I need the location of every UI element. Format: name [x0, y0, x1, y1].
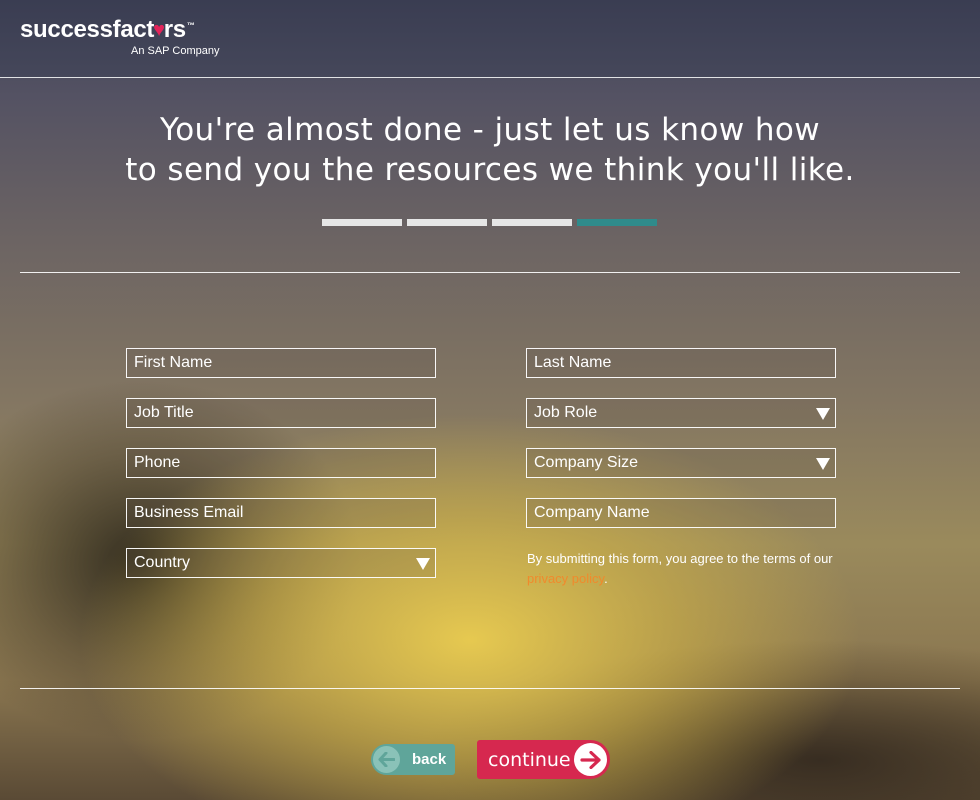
phone-field — [126, 448, 436, 478]
logo-tagline: An SAP Company — [131, 45, 220, 57]
divider-bottom — [20, 688, 960, 689]
arrow-right-icon — [574, 743, 607, 776]
dropdown-arrow-icon — [416, 558, 430, 570]
last-name-input[interactable] — [527, 349, 835, 377]
privacy-notice-text: By submitting this form, you agree to th… — [527, 551, 833, 566]
job-role-selected: Job Role — [534, 404, 598, 421]
job-title-field — [126, 398, 436, 428]
last-name-field — [526, 348, 836, 378]
dropdown-arrow-icon — [816, 408, 830, 420]
progress-step-2 — [407, 219, 487, 226]
privacy-policy-link[interactable]: privacy policy — [527, 571, 604, 586]
dropdown-arrow-icon — [816, 458, 830, 470]
continue-label: continue — [488, 748, 571, 771]
successfactors-logo[interactable]: successfact ♥ rs ™ An SAP Company — [20, 16, 219, 57]
trademark-symbol: ™ — [186, 21, 195, 30]
phone-input[interactable] — [127, 449, 435, 477]
privacy-notice-period: . — [604, 571, 608, 586]
step-progress-bar — [322, 219, 657, 226]
first-name-input[interactable] — [127, 349, 435, 377]
job-role-select[interactable]: Job Role — [526, 398, 836, 428]
progress-step-4-current — [577, 219, 657, 226]
company-name-field — [526, 498, 836, 528]
country-selected: Country — [134, 554, 191, 571]
privacy-notice: By submitting this form, you agree to th… — [527, 549, 837, 589]
company-size-select[interactable]: Company Size — [526, 448, 836, 478]
heart-icon: ♥ — [153, 19, 165, 41]
headline-line-2: to send you the resources we think you'l… — [125, 152, 855, 188]
site-header: successfact ♥ rs ™ An SAP Company — [0, 0, 980, 78]
first-name-field — [126, 348, 436, 378]
logo-wordmark: successfact ♥ rs ™ — [20, 16, 195, 44]
country-select[interactable]: Country — [126, 548, 436, 578]
page-headline: You're almost done - just let us know ho… — [0, 110, 980, 190]
progress-step-1 — [322, 219, 402, 226]
business-email-field — [126, 498, 436, 528]
company-name-input[interactable] — [527, 499, 835, 527]
progress-step-3 — [492, 219, 572, 226]
back-label: back — [412, 751, 447, 768]
divider-top — [20, 272, 960, 273]
company-size-selected: Company Size — [534, 454, 639, 471]
job-title-input[interactable] — [127, 399, 435, 427]
arrow-left-icon — [373, 746, 400, 773]
logo-text-end: rs — [163, 16, 186, 43]
continue-button[interactable]: continue — [477, 740, 610, 779]
back-button[interactable]: back — [371, 744, 455, 775]
logo-text-start: successfact — [20, 16, 155, 43]
headline-line-1: You're almost done - just let us know ho… — [159, 112, 821, 148]
business-email-input[interactable] — [127, 499, 435, 527]
